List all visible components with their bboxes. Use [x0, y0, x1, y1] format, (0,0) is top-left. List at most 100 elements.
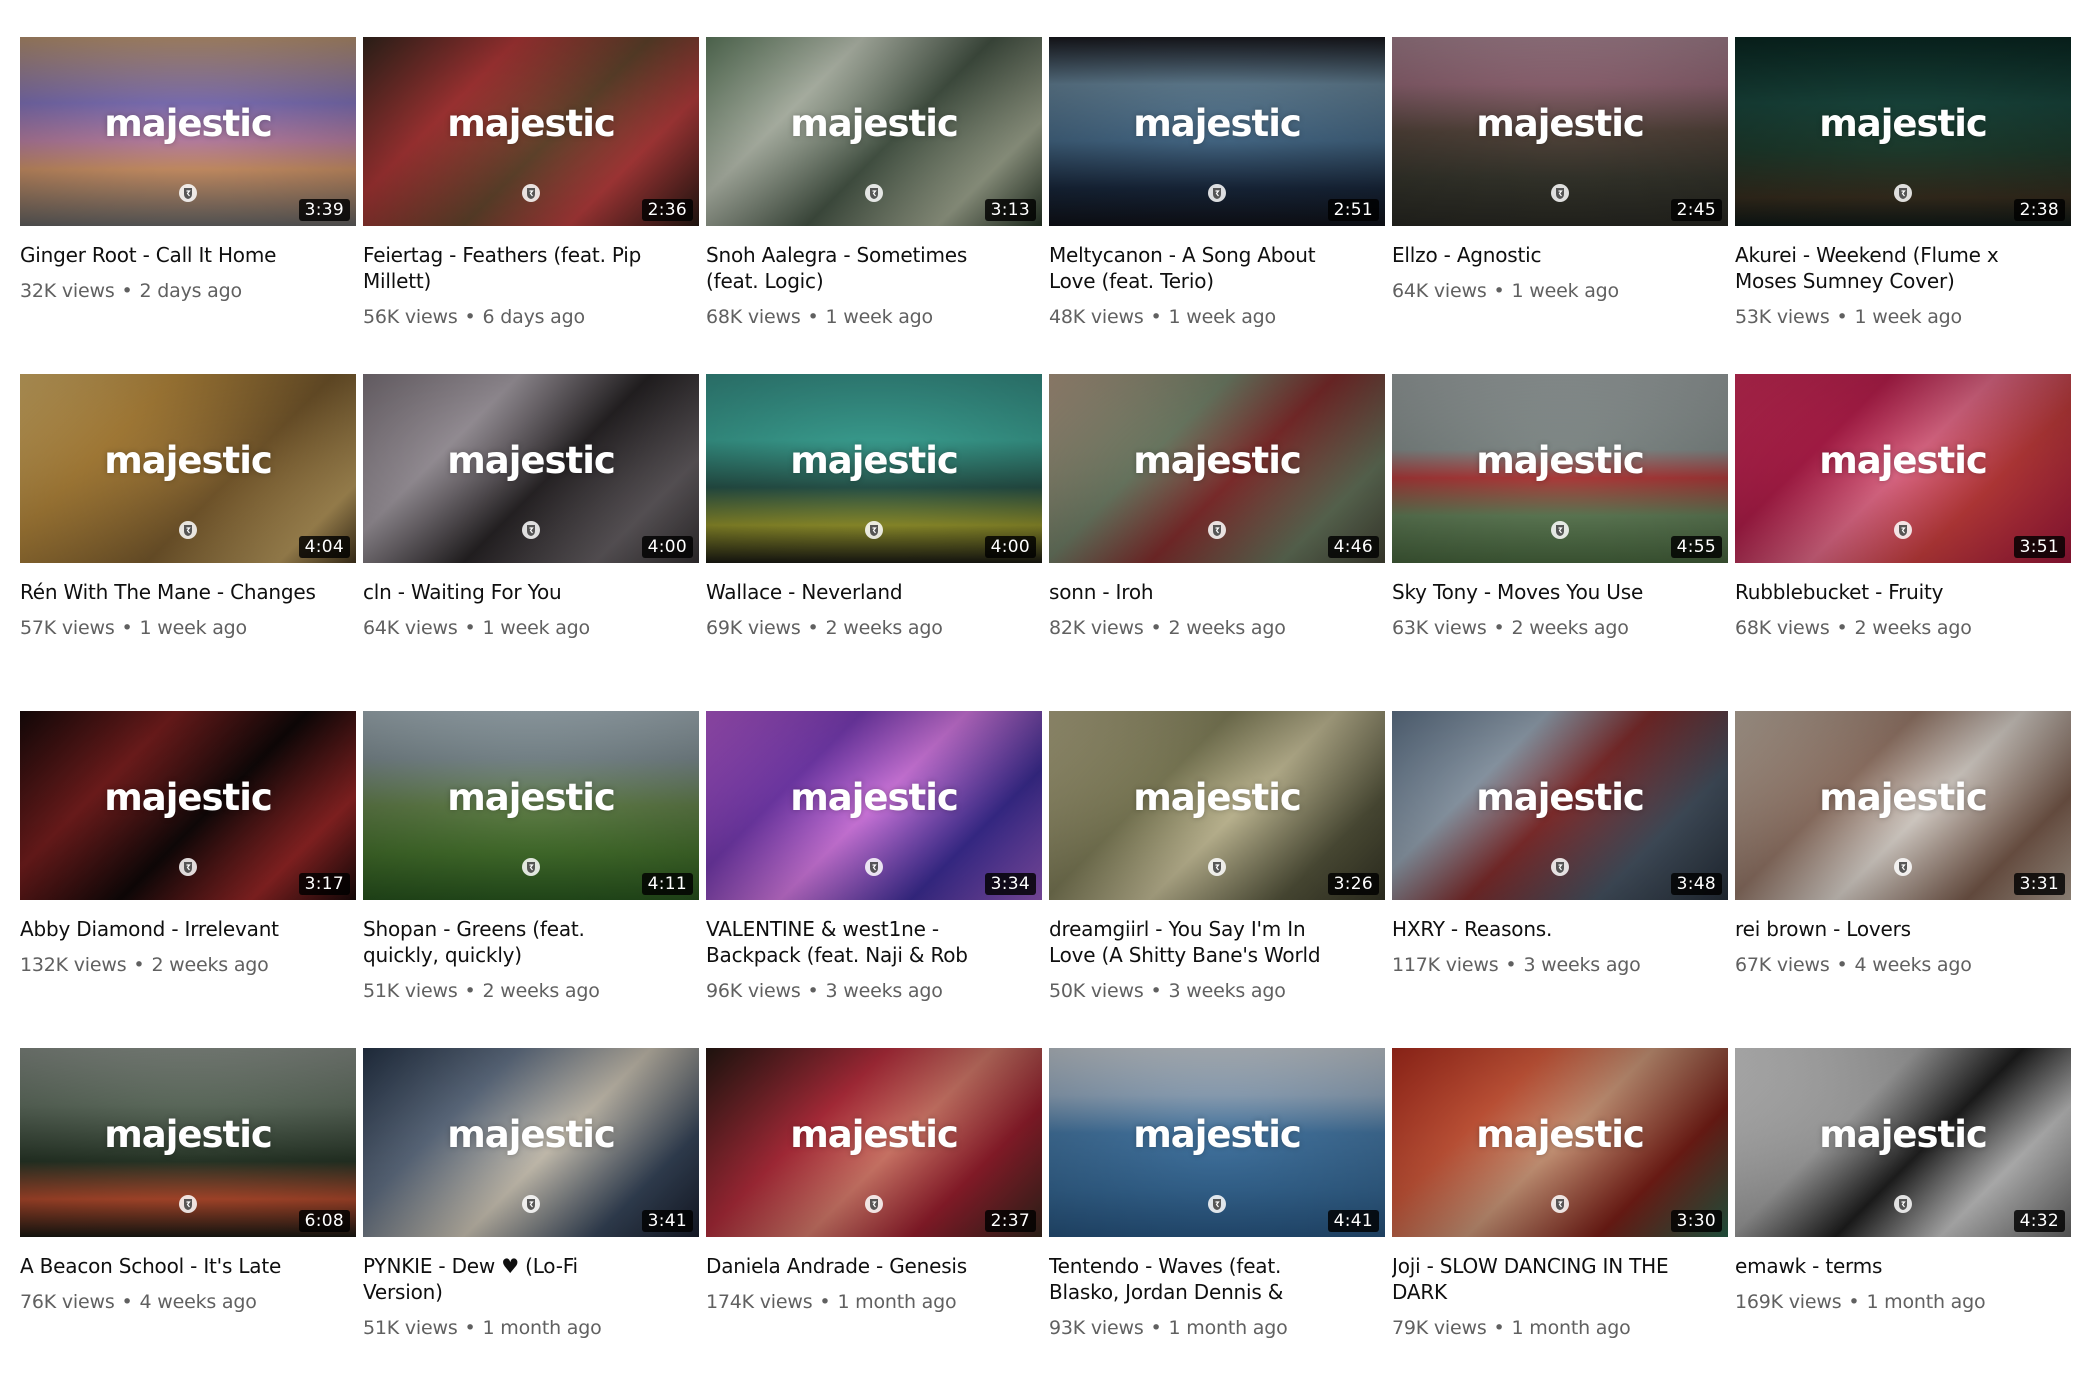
video-card[interactable]: majestic 3:48 HXRY - Reasons. 117K views… — [1392, 711, 1728, 1048]
video-card[interactable]: majestic 3:26 dreamgiirl - You Say I'm I… — [1049, 711, 1385, 1048]
channel-crest-icon — [1207, 520, 1227, 540]
video-card[interactable]: majestic 2:38 Akurei - Weekend (Flume x … — [1735, 37, 2071, 374]
video-card[interactable]: majestic 4:32 emawk - terms 169K views • 1… — [1735, 1048, 2071, 1385]
video-card[interactable]: majestic 3:51 Rubblebucket - Fruity 68K … — [1735, 374, 2071, 711]
upload-age: 1 month ago — [837, 1291, 957, 1313]
upload-age: 4 weeks ago — [1854, 954, 1972, 976]
video-card[interactable]: majestic 3:13 Snoh Aalegra - Sometimes (… — [706, 37, 1042, 374]
video-metadata: 96K views • 3 weeks ago — [706, 980, 1042, 1002]
video-thumbnail[interactable]: majestic 2:37 — [706, 1048, 1042, 1237]
video-title[interactable]: Tentendo - Waves (feat. Blasko, Jordan D… — [1049, 1253, 1349, 1305]
video-thumbnail[interactable]: majestic 4:04 — [20, 374, 356, 563]
video-card[interactable]: majestic 4:55 Sky Tony - Moves You Use 6… — [1392, 374, 1728, 711]
video-title[interactable]: Sky Tony - Moves You Use — [1392, 579, 1692, 605]
video-title[interactable]: Wallace - Neverland — [706, 579, 1006, 605]
channel-crest-icon — [521, 520, 541, 540]
view-count: 50K views — [1049, 980, 1144, 1002]
channel-wordmark: majestic — [1476, 776, 1645, 819]
video-title[interactable]: Daniela Andrade - Genesis — [706, 1253, 1006, 1279]
video-thumbnail[interactable]: majestic 4:32 — [1735, 1048, 2071, 1237]
video-card[interactable]: majestic 2:37 Daniela Andrade - Genesis … — [706, 1048, 1042, 1385]
video-title[interactable]: PYNKIE - Dew ♥ (Lo-Fi Version) — [363, 1253, 663, 1305]
video-card[interactable]: majestic 4:41 Tentendo - Waves (feat. Bl… — [1049, 1048, 1385, 1385]
upload-age: 6 days ago — [482, 306, 586, 328]
video-title[interactable]: Ginger Root - Call It Home — [20, 242, 320, 268]
video-thumbnail[interactable]: majestic 4:00 — [706, 374, 1042, 563]
view-count: 76K views — [20, 1291, 115, 1313]
video-thumbnail[interactable]: majestic 3:41 — [363, 1048, 699, 1237]
video-thumbnail[interactable]: majestic 2:45 — [1392, 37, 1728, 226]
video-thumbnail[interactable]: majestic 3:31 — [1735, 711, 2071, 900]
video-metadata: 51K views • 2 weeks ago — [363, 980, 699, 1002]
video-card[interactable]: majestic 3:41 PYNKIE - Dew ♥ (Lo-Fi Vers… — [363, 1048, 699, 1385]
video-title[interactable]: VALENTINE & west1ne - Backpack (feat. Na… — [706, 916, 1006, 968]
video-card[interactable]: majestic 3:31 rei brown - Lovers 67K vie… — [1735, 711, 2071, 1048]
video-thumbnail[interactable]: majestic 3:51 — [1735, 374, 2071, 563]
video-title[interactable]: rei brown - Lovers — [1735, 916, 2035, 942]
channel-crest-icon — [1893, 857, 1913, 877]
video-card[interactable]: majestic 4:00 Wallace - Neverland 69K vi… — [706, 374, 1042, 711]
upload-age: 2 weeks ago — [151, 954, 269, 976]
video-title[interactable]: HXRY - Reasons. — [1392, 916, 1692, 942]
video-card[interactable]: majestic 3:30 Joji - SLOW DANCING IN THE… — [1392, 1048, 1728, 1385]
video-card[interactable]: majestic 4:11 Shopan - Greens (feat. qui… — [363, 711, 699, 1048]
video-title[interactable]: Meltycanon - A Song About Love (feat. Te… — [1049, 242, 1349, 294]
video-thumbnail[interactable]: majestic 3:34 — [706, 711, 1042, 900]
video-metadata: 82K views • 2 weeks ago — [1049, 617, 1385, 639]
video-thumbnail[interactable]: majestic 4:11 — [363, 711, 699, 900]
video-title[interactable]: Rén With The Mane - Changes — [20, 579, 320, 605]
video-card[interactable]: majestic 2:36 Feiertag - Feathers (feat.… — [363, 37, 699, 374]
video-grid: majestic 3:39 Ginger Root - Call It Home… — [20, 37, 2076, 1385]
video-thumbnail[interactable]: majestic 3:26 — [1049, 711, 1385, 900]
video-title[interactable]: dreamgiirl - You Say I'm In Love (A Shit… — [1049, 916, 1349, 968]
video-title[interactable]: Shopan - Greens (feat. quickly, quickly) — [363, 916, 663, 968]
channel-crest-icon — [1207, 183, 1227, 203]
video-thumbnail[interactable]: majestic 3:13 — [706, 37, 1042, 226]
video-card[interactable]: majestic 3:34 VALENTINE & west1ne - Back… — [706, 711, 1042, 1048]
channel-crest-icon — [521, 183, 541, 203]
video-title[interactable]: Snoh Aalegra - Sometimes (feat. Logic) — [706, 242, 1006, 294]
channel-wordmark: majestic — [1476, 102, 1645, 145]
video-thumbnail[interactable]: majestic 2:36 — [363, 37, 699, 226]
video-card[interactable]: majestic 2:51 Meltycanon - A Song About … — [1049, 37, 1385, 374]
video-thumbnail[interactable]: majestic 6:08 — [20, 1048, 356, 1237]
video-thumbnail[interactable]: majestic 4:55 — [1392, 374, 1728, 563]
video-thumbnail[interactable]: majestic 3:48 — [1392, 711, 1728, 900]
channel-wordmark: majestic — [447, 102, 616, 145]
video-metadata: 57K views • 1 week ago — [20, 617, 356, 639]
video-title[interactable]: emawk - terms — [1735, 1253, 2035, 1279]
video-thumbnail[interactable]: majestic 4:46 — [1049, 374, 1385, 563]
video-thumbnail[interactable]: majestic 2:51 — [1049, 37, 1385, 226]
video-title[interactable]: Ellzo - Agnostic — [1392, 242, 1692, 268]
video-title[interactable]: Akurei - Weekend (Flume x Moses Sumney C… — [1735, 242, 2035, 294]
duration-badge: 4:32 — [2013, 1210, 2065, 1232]
meta-separator: • — [1836, 617, 1848, 639]
video-title[interactable]: Rubblebucket - Fruity — [1735, 579, 2035, 605]
video-card[interactable]: majestic 3:17 Abby Diamond - Irrelevant … — [20, 711, 356, 1048]
video-title[interactable]: Joji - SLOW DANCING IN THE DARK — [1392, 1253, 1692, 1305]
video-metadata: 51K views • 1 month ago — [363, 1317, 699, 1339]
video-thumbnail[interactable]: majestic 3:17 — [20, 711, 356, 900]
video-card[interactable]: majestic 4:04 Rén With The Mane - Change… — [20, 374, 356, 711]
video-thumbnail[interactable]: majestic 4:00 — [363, 374, 699, 563]
video-card[interactable]: majestic 3:39 Ginger Root - Call It Home… — [20, 37, 356, 374]
video-card[interactable]: majestic 4:00 cln - Waiting For You 64K … — [363, 374, 699, 711]
video-title[interactable]: Abby Diamond - Irrelevant — [20, 916, 320, 942]
channel-wordmark: majestic — [1819, 1113, 1988, 1156]
video-thumbnail[interactable]: majestic 4:41 — [1049, 1048, 1385, 1237]
video-title[interactable]: Feiertag - Feathers (feat. Pip Millett) — [363, 242, 663, 294]
video-card[interactable]: majestic 4:46 sonn - Iroh 82K views • 2 we… — [1049, 374, 1385, 711]
video-title[interactable]: A Beacon School - It's Late — [20, 1253, 320, 1279]
channel-wordmark: majestic — [790, 776, 959, 819]
video-thumbnail[interactable]: majestic 3:30 — [1392, 1048, 1728, 1237]
video-metadata: 174K views • 1 month ago — [706, 1291, 1042, 1313]
channel-wordmark: majestic — [1476, 1113, 1645, 1156]
video-card[interactable]: majestic 2:45 Ellzo - Agnostic 64K views… — [1392, 37, 1728, 374]
view-count: 79K views — [1392, 1317, 1487, 1339]
video-thumbnail[interactable]: majestic 3:39 — [20, 37, 356, 226]
video-title[interactable]: cln - Waiting For You — [363, 579, 663, 605]
channel-crest-icon — [1207, 857, 1227, 877]
video-title[interactable]: sonn - Iroh — [1049, 579, 1349, 605]
video-card[interactable]: majestic 6:08 A Beacon School - It's Lat… — [20, 1048, 356, 1385]
video-thumbnail[interactable]: majestic 2:38 — [1735, 37, 2071, 226]
